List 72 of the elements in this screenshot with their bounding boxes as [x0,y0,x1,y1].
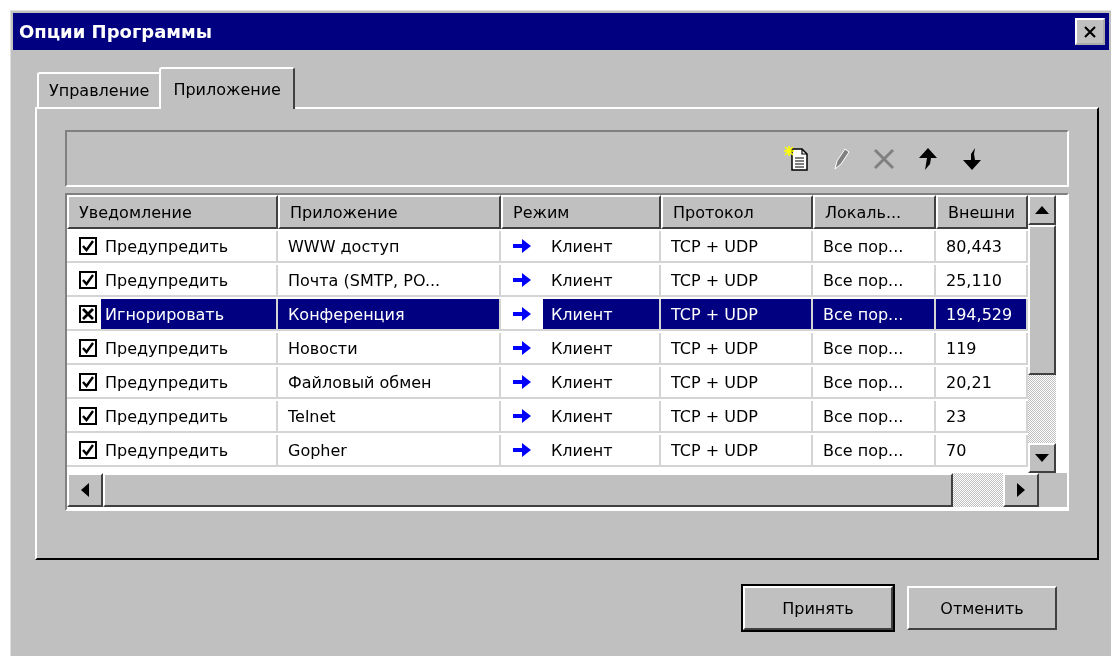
table-cell: WWW доступ [278,231,501,263]
dialog-button[interactable]: Принять [743,586,893,630]
tab[interactable]: Приложение [159,67,295,109]
right-arrow-icon [513,409,531,423]
checkbox[interactable] [79,237,97,255]
table-cell-text: Предупредить [104,405,230,428]
table-cell-text: Клиент [550,405,614,428]
checkbox[interactable] [79,407,97,425]
window-title: Опции Программы [19,21,213,42]
table-cell: Все пор... [813,231,936,263]
table-cell-text: Предупредить [104,371,230,394]
checkbox[interactable] [79,373,97,391]
close-icon [1083,25,1097,38]
column-header[interactable]: Режим [501,195,661,229]
checkbox[interactable] [79,441,97,459]
close-button[interactable] [1075,18,1105,45]
table-cell: TCP + UDP [661,401,813,433]
table-cell: Конференция [278,299,501,331]
checkbox[interactable] [79,339,97,357]
dialog-button[interactable]: Отменить [907,586,1057,630]
right-triangle-icon [1017,483,1025,497]
table-cell-text: Клиент [550,371,614,394]
table-cell: Все пор... [813,333,936,365]
column-header[interactable]: Локаль... [813,195,936,229]
scrollbar-corner [1039,473,1067,507]
table-cell-text: Предупредить [104,269,230,292]
column-header[interactable]: Приложение [278,195,501,229]
table-cell: Почта (SMTP, PO... [278,265,501,297]
table-cell: Все пор... [813,299,936,331]
table-cell: 194,529 [936,299,1028,331]
table-cell: Все пор... [813,401,936,433]
table-cell: Клиент [543,299,659,329]
right-arrow-icon [513,341,531,355]
column-header[interactable]: Уведомление [67,195,278,229]
down-triangle-icon [1035,454,1049,462]
tab[interactable]: Управление [37,72,162,107]
new-document-button[interactable] [781,143,811,174]
table-cell: TCP + UDP [661,299,813,331]
table-cell: Игнорировать [101,299,276,329]
up-triangle-icon [1035,206,1049,214]
scrollbar-thumb[interactable] [1028,225,1056,375]
table-cell: TCP + UDP [661,333,813,365]
table-cell-text: Клиент [550,337,614,360]
table-cell: Все пор... [813,435,936,467]
checkbox[interactable] [79,271,97,289]
column-header[interactable]: Внешни [936,195,1028,229]
vertical-scrollbar[interactable] [1028,195,1056,473]
right-arrow-icon [513,307,531,321]
table-cell: Все пор... [813,367,936,399]
table-cell: TCP + UDP [661,435,813,467]
table-cell: Gopher [278,435,501,467]
right-arrow-icon [513,375,531,389]
table-cell: Telnet [278,401,501,433]
column-header[interactable]: Протокол [661,195,813,229]
table-cell-text: Клиент [550,269,614,292]
table-cell-text: Предупредить [104,337,230,360]
checkbox[interactable] [79,305,97,323]
new-document-icon [783,145,809,172]
left-triangle-icon [81,483,89,497]
table-cell: Новости [278,333,501,365]
table-cell-text: Предупредить [104,439,230,462]
table-cell: Все пор... [813,265,936,297]
table-cell: TCP + UDP [661,231,813,263]
table-cell: Файловый обмен [278,367,501,399]
table-cell-text: Клиент [550,235,614,258]
table-cell-text: Предупредить [104,235,230,258]
table-cell: TCP + UDP [661,367,813,399]
table-cell-text: Клиент [550,439,614,462]
table-cell: TCP + UDP [661,265,813,297]
right-arrow-icon [513,239,531,253]
right-arrow-icon [513,273,531,287]
right-arrow-icon [513,443,531,457]
